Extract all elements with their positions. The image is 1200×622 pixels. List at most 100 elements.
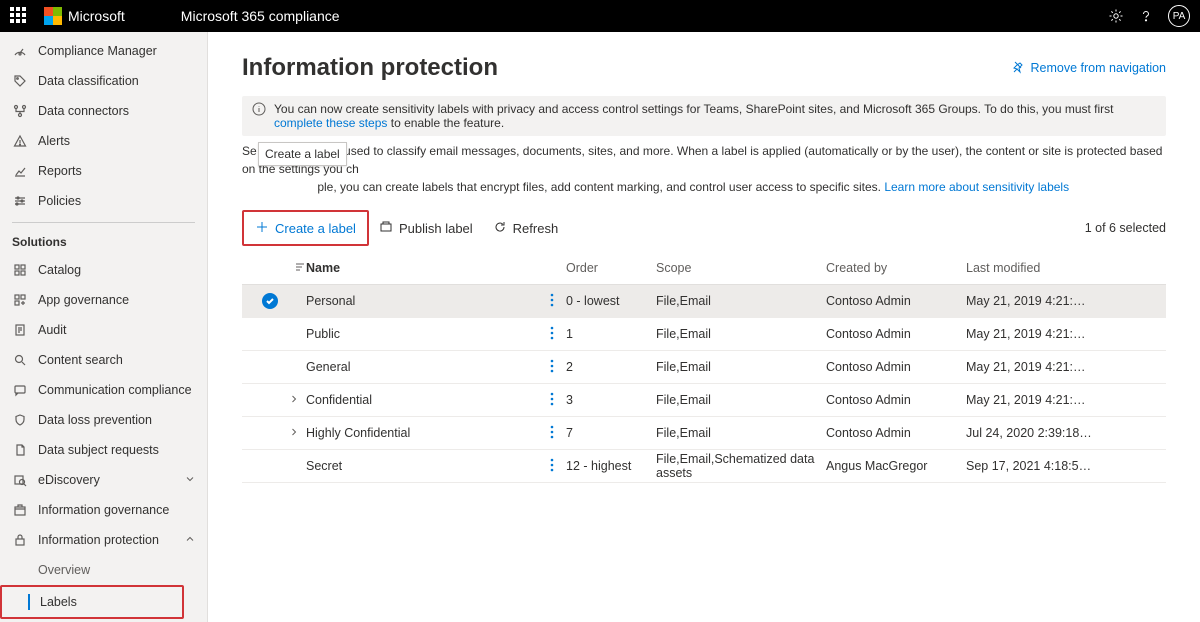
row-scope: File,Email bbox=[656, 327, 826, 341]
row-name: Personal bbox=[306, 294, 355, 308]
chart-icon bbox=[12, 163, 28, 179]
row-order: 1 bbox=[566, 327, 656, 341]
refresh-button[interactable]: Refresh bbox=[483, 213, 569, 243]
row-created-by: Contoso Admin bbox=[826, 360, 966, 374]
row-more-icon[interactable] bbox=[550, 425, 554, 442]
sidebar-item-data-classification[interactable]: Data classification bbox=[0, 66, 207, 96]
sort-icon[interactable] bbox=[294, 261, 306, 276]
microsoft-logo: Microsoft bbox=[44, 7, 125, 25]
sidebar-item-communication-compliance[interactable]: Communication compliance bbox=[0, 375, 207, 405]
row-more-icon[interactable] bbox=[550, 392, 554, 409]
col-header-last-modified[interactable]: Last modified bbox=[966, 261, 1136, 275]
row-created-by: Contoso Admin bbox=[826, 393, 966, 407]
row-last-modified: Jul 24, 2020 2:39:18… bbox=[966, 426, 1136, 440]
table-row[interactable]: General2File,EmailContoso AdminMay 21, 2… bbox=[242, 351, 1166, 384]
sliders-icon bbox=[12, 193, 28, 209]
microsoft-logo-icon bbox=[44, 7, 62, 25]
table-body: Personal0 - lowestFile,EmailContoso Admi… bbox=[242, 285, 1166, 483]
row-more-icon[interactable] bbox=[550, 326, 554, 343]
discovery-icon bbox=[12, 472, 28, 488]
app-launcher-icon[interactable] bbox=[10, 7, 28, 25]
connector-icon bbox=[12, 103, 28, 119]
row-last-modified: Sep 17, 2021 4:18:5… bbox=[966, 459, 1136, 473]
lock-icon bbox=[12, 532, 28, 548]
settings-icon[interactable] bbox=[1108, 8, 1124, 24]
sidebar-item-ediscovery[interactable]: eDiscovery bbox=[0, 465, 207, 495]
sidebar-item-data-loss-prevention[interactable]: Data loss prevention bbox=[0, 405, 207, 435]
sidebar-item-audit[interactable]: Audit bbox=[0, 315, 207, 345]
col-header-scope[interactable]: Scope bbox=[656, 261, 826, 275]
row-created-by: Angus MacGregor bbox=[826, 459, 966, 473]
main-content: Information protection Remove from navig… bbox=[208, 32, 1200, 622]
help-icon[interactable] bbox=[1138, 8, 1154, 24]
row-created-by: Contoso Admin bbox=[826, 327, 966, 341]
col-header-order[interactable]: Order bbox=[566, 261, 656, 275]
row-name: Highly Confidential bbox=[306, 426, 410, 440]
chevron-up-icon bbox=[185, 533, 195, 547]
labels-highlight-box: Labels bbox=[0, 585, 184, 619]
pin-remove-icon bbox=[1011, 60, 1025, 77]
sidebar-item-policies[interactable]: Policies bbox=[0, 186, 207, 216]
sidebar-item-catalog[interactable]: Catalog bbox=[0, 255, 207, 285]
create-label-tooltip: Create a label bbox=[258, 142, 347, 166]
col-header-created-by[interactable]: Created by bbox=[826, 261, 966, 275]
sidebar-item-data-connectors[interactable]: Data connectors bbox=[0, 96, 207, 126]
table-header: Name Order Scope Created by Last modifie… bbox=[242, 252, 1166, 285]
sidebar-item-data-subject-requests[interactable]: Data subject requests bbox=[0, 435, 207, 465]
remove-from-navigation-link[interactable]: Remove from navigation bbox=[1011, 60, 1166, 77]
avatar[interactable]: PA bbox=[1168, 5, 1190, 27]
row-last-modified: May 21, 2019 4:21:… bbox=[966, 360, 1136, 374]
search-icon bbox=[12, 352, 28, 368]
row-scope: File,Email bbox=[656, 294, 826, 308]
sidebar: Compliance Manager Data classification D… bbox=[0, 32, 208, 622]
row-more-icon[interactable] bbox=[550, 293, 554, 310]
document-icon bbox=[12, 442, 28, 458]
row-last-modified: May 21, 2019 4:21:… bbox=[966, 393, 1136, 407]
tag-icon bbox=[12, 73, 28, 89]
create-label-highlight-box: Create a label bbox=[242, 210, 369, 246]
row-scope: File,Email,Schematized data assets bbox=[656, 452, 826, 480]
table-row[interactable]: Public1File,EmailContoso AdminMay 21, 20… bbox=[242, 318, 1166, 351]
chat-icon bbox=[12, 382, 28, 398]
chevron-right-icon[interactable] bbox=[289, 426, 299, 440]
chevron-down-icon bbox=[185, 473, 195, 487]
learn-more-link[interactable]: Learn more about sensitivity labels bbox=[884, 180, 1069, 194]
table-row[interactable]: Personal 0 - lowestFile,EmailContoso Admi… bbox=[242, 285, 1166, 318]
sidebar-subitem-labels[interactable]: Labels bbox=[2, 589, 182, 615]
info-banner: You can now create sensitivity labels wi… bbox=[242, 96, 1166, 136]
row-more-icon[interactable] bbox=[550, 458, 554, 475]
sidebar-item-information-governance[interactable]: Information governance bbox=[0, 495, 207, 525]
row-order: 0 - lowest bbox=[566, 294, 656, 308]
row-order: 3 bbox=[566, 393, 656, 407]
banner-text: You can now create sensitivity labels wi… bbox=[274, 102, 1156, 130]
banner-link[interactable]: complete these steps bbox=[274, 116, 387, 130]
row-created-by: Contoso Admin bbox=[826, 294, 966, 308]
table-row[interactable]: Highly Confidential7File,EmailContoso Ad… bbox=[242, 417, 1166, 450]
publish-label-button[interactable]: Publish label bbox=[369, 213, 483, 243]
row-order: 7 bbox=[566, 426, 656, 440]
sidebar-item-app-governance[interactable]: App governance bbox=[0, 285, 207, 315]
create-label-button[interactable]: Create a label bbox=[245, 213, 366, 243]
sidebar-item-information-protection[interactable]: Information protection bbox=[0, 525, 207, 555]
sidebar-item-content-search[interactable]: Content search bbox=[0, 345, 207, 375]
row-last-modified: May 21, 2019 4:21:… bbox=[966, 327, 1136, 341]
col-header-name[interactable]: Name bbox=[306, 261, 566, 275]
row-name: General bbox=[306, 360, 350, 374]
row-more-icon[interactable] bbox=[550, 359, 554, 376]
sidebar-section-solutions: Solutions bbox=[0, 229, 207, 255]
avatar-initials: PA bbox=[1173, 11, 1186, 22]
sidebar-subitem-overview[interactable]: Overview bbox=[0, 555, 207, 585]
plus-icon bbox=[255, 220, 269, 237]
governance-icon bbox=[12, 502, 28, 518]
chevron-right-icon[interactable] bbox=[289, 393, 299, 407]
sidebar-item-alerts[interactable]: Alerts bbox=[0, 126, 207, 156]
table-row[interactable]: Confidential3File,EmailContoso AdminMay … bbox=[242, 384, 1166, 417]
description-text: Se xxxxxxxxxx are used to classify email… bbox=[242, 142, 1166, 196]
row-selected-icon[interactable] bbox=[262, 293, 278, 309]
sidebar-item-reports[interactable]: Reports bbox=[0, 156, 207, 186]
brand-text: Microsoft bbox=[68, 8, 125, 24]
info-icon bbox=[252, 102, 266, 119]
table-row[interactable]: Secret12 - highestFile,Email,Schematized… bbox=[242, 450, 1166, 483]
nav-divider bbox=[12, 222, 195, 223]
sidebar-item-compliance-manager[interactable]: Compliance Manager bbox=[0, 36, 207, 66]
